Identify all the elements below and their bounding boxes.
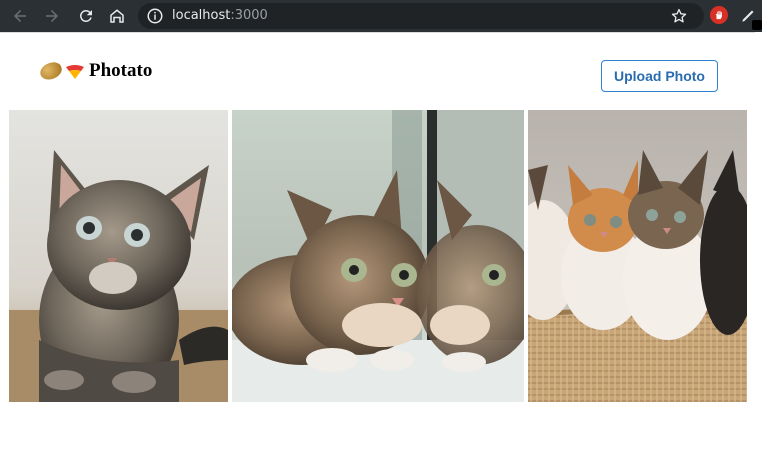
app-page: Photato Upload Photo — [0, 32, 762, 469]
forward-button[interactable] — [40, 4, 64, 28]
brand-name: Photato — [89, 60, 153, 81]
info-icon[interactable] — [146, 7, 164, 25]
arrow-left-icon — [14, 10, 26, 22]
potato-icon — [37, 59, 65, 83]
reload-button[interactable] — [74, 4, 98, 28]
url-port: :3000 — [230, 8, 268, 23]
photo-kitten-mirror[interactable] — [232, 110, 524, 402]
arrow-right-icon — [46, 10, 58, 22]
url-host: localhost — [172, 8, 231, 23]
browser-toolbar: localhost:3000 — [0, 0, 762, 32]
back-button[interactable] — [8, 4, 32, 28]
home-button[interactable] — [105, 4, 129, 28]
home-icon — [110, 9, 124, 23]
tato-icon — [64, 63, 86, 79]
extension-stop-icon[interactable] — [710, 6, 728, 24]
reload-icon — [79, 9, 92, 22]
hand-icon — [715, 10, 722, 20]
brand-logo[interactable]: Photato — [37, 59, 153, 83]
bookmark-star-icon[interactable] — [670, 7, 688, 25]
photo-kitten-tabby-sitting[interactable] — [9, 110, 228, 402]
scrollbar-track — [755, 32, 762, 469]
extension-badge — [752, 20, 762, 30]
photo-grid — [9, 110, 747, 402]
url-text: localhost:3000 — [172, 8, 268, 23]
photo-two-kittens-basket[interactable] — [528, 110, 747, 402]
address-bar[interactable]: localhost:3000 — [138, 3, 704, 29]
upload-photo-button[interactable]: Upload Photo — [601, 60, 718, 92]
